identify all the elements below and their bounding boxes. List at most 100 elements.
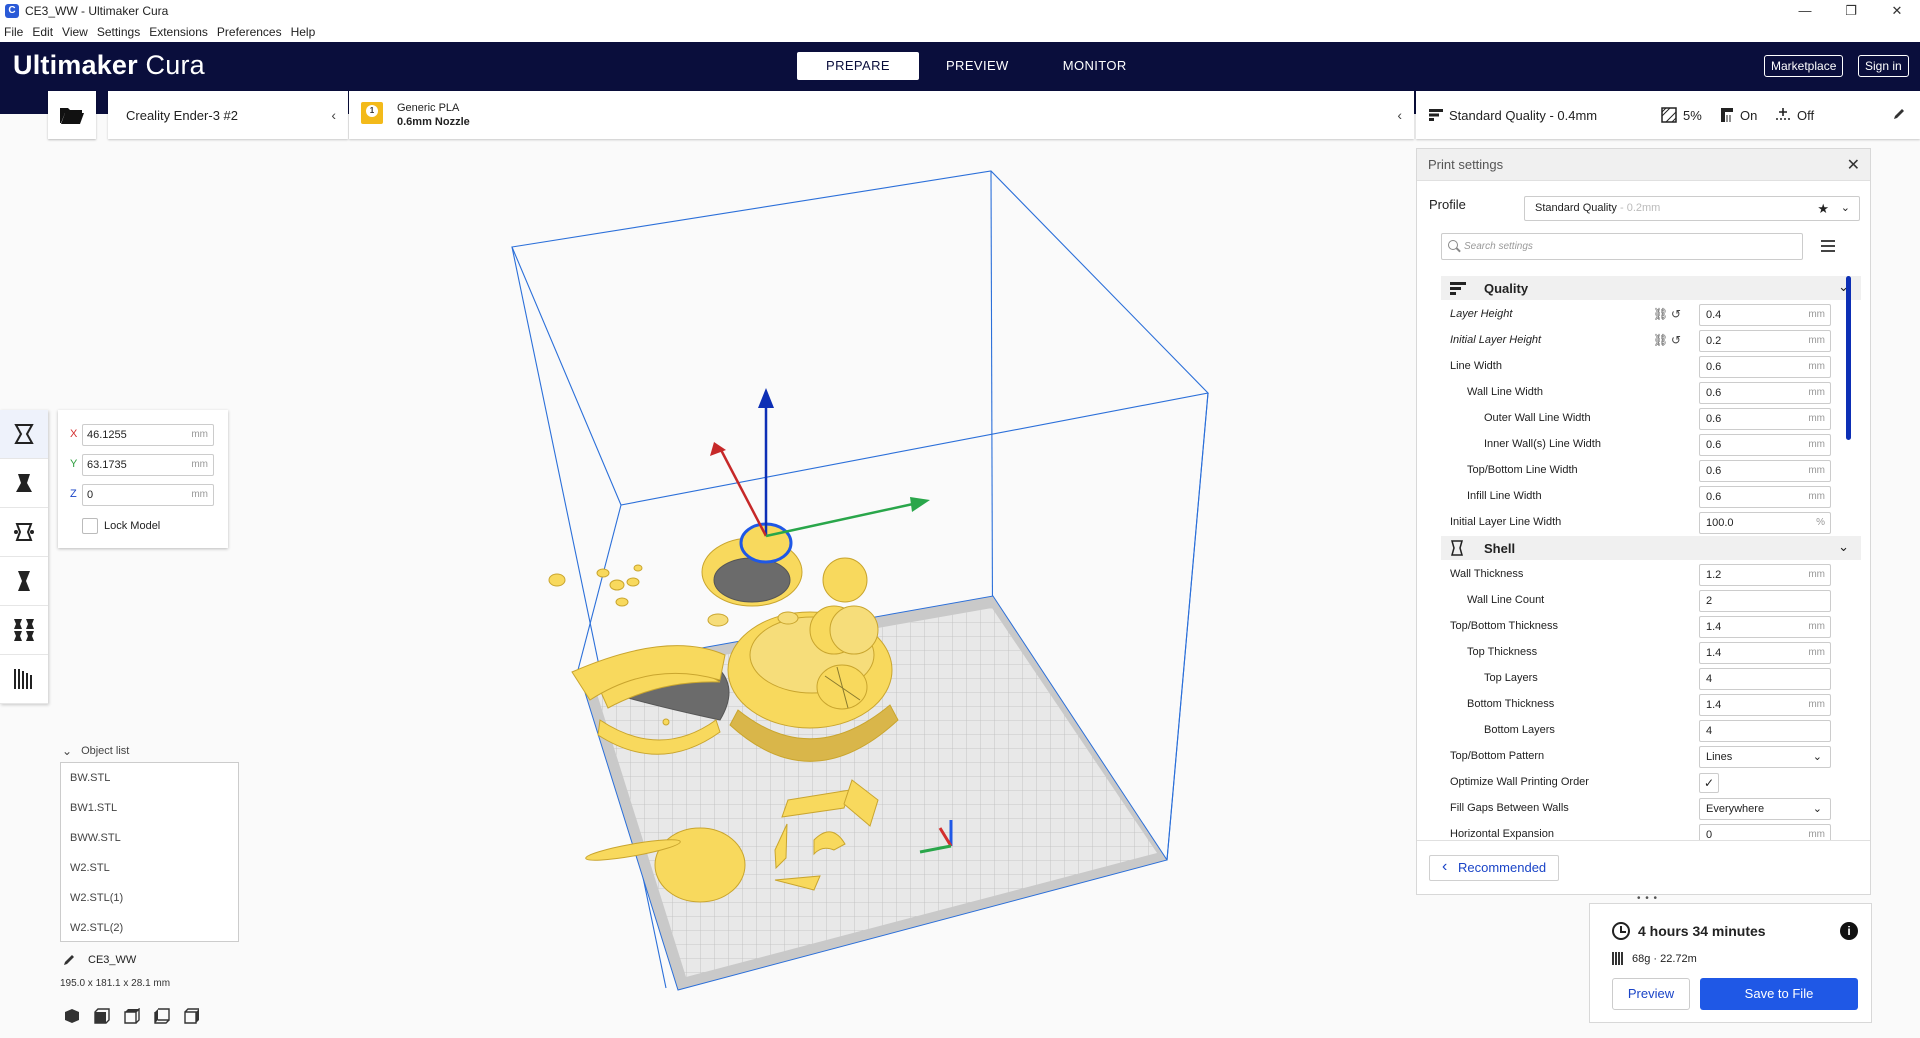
menu-help[interactable]: Help <box>287 25 321 39</box>
setting-value-input[interactable]: 0.6 mm <box>1699 408 1831 430</box>
cura-app-icon: C <box>5 4 19 18</box>
setting-value-input[interactable]: 0.2 mm <box>1699 330 1831 352</box>
support-blocker-icon <box>14 669 32 689</box>
support-icon <box>1721 108 1733 122</box>
checkbox[interactable] <box>82 518 98 534</box>
per-model-settings-button[interactable] <box>0 606 48 655</box>
support-blocker-button[interactable] <box>0 655 48 704</box>
setting-value-input[interactable]: 4 <box>1699 668 1831 690</box>
list-item[interactable]: W2.STL(1) <box>61 883 238 913</box>
material-selector[interactable]: 1 Generic PLA 0.6mm Nozzle ‹ <box>349 91 1414 139</box>
reset-icon[interactable]: ↺ <box>1671 307 1681 321</box>
reset-icon[interactable]: ↺ <box>1671 333 1681 347</box>
chevron-left-icon: ‹ <box>331 107 336 123</box>
category-quality[interactable]: Quality ⌄ <box>1441 276 1861 300</box>
setting-value-input[interactable]: 0.4 mm <box>1699 304 1831 326</box>
rotate-tool-button[interactable] <box>0 508 48 557</box>
close-icon[interactable]: ✕ <box>1847 155 1860 175</box>
setting-checkbox[interactable]: ✓ <box>1699 773 1719 793</box>
setting-value-dropdown[interactable]: Everywhere ⌄ <box>1699 798 1831 820</box>
pencil-icon <box>64 955 74 965</box>
setting-value-input[interactable]: 1.4 mm <box>1699 616 1831 638</box>
setting-value-input[interactable]: 1.4 mm <box>1699 642 1831 664</box>
setting-value-input[interactable]: 1.4 mm <box>1699 694 1831 716</box>
chevron-left-icon: ‹ <box>1397 107 1402 123</box>
material-name: Generic PLA <box>397 102 460 114</box>
setting-value-input[interactable]: 0.6 mm <box>1699 460 1831 482</box>
object-list: BW.STL BW1.STL BWW.STL W2.STL W2.STL(1) … <box>60 762 239 942</box>
lock-model-checkbox[interactable]: Lock Model <box>82 518 160 534</box>
search-settings-input[interactable]: Search settings <box>1441 233 1803 260</box>
setting-top-bottom-line-width: Top/Bottom Line Width 0.6 mm <box>1441 458 1861 484</box>
setting-value-input[interactable]: 2 <box>1699 590 1831 612</box>
brand-logo: Ultimaker Cura <box>13 50 205 80</box>
setting-value-input[interactable]: 0.6 mm <box>1699 382 1831 404</box>
object-list-toggle[interactable]: ⌄ Object list <box>62 744 129 758</box>
setting-value-input[interactable]: 0.6 mm <box>1699 486 1831 508</box>
setting-initial-layer-height: Initial Layer Height ⛓ ↺ 0.2 mm <box>1441 328 1861 354</box>
front-view-icon[interactable] <box>94 1008 110 1024</box>
menu-file[interactable]: File <box>0 25 28 39</box>
3d-view-icon[interactable] <box>64 1008 80 1024</box>
print-setup-selector[interactable]: Standard Quality - 0.4mm 5% On Off <box>1416 91 1920 139</box>
menu-extensions[interactable]: Extensions <box>145 25 213 39</box>
tab-prepare[interactable]: PREPARE <box>797 52 919 80</box>
profile-value: Standard Quality <box>1535 202 1617 214</box>
profile-dropdown[interactable]: Standard Quality - 0.2mm ★ ⌄ <box>1524 196 1860 221</box>
tab-preview[interactable]: PREVIEW <box>919 52 1036 80</box>
save-to-file-button[interactable]: Save to File <box>1700 978 1858 1010</box>
y-input[interactable]: 63.1735 mm <box>82 454 214 476</box>
chevron-down-icon: ⌄ <box>62 744 73 758</box>
3d-viewport[interactable] <box>420 160 1260 1000</box>
move-gizmo[interactable] <box>710 388 930 538</box>
search-placeholder: Search settings <box>1464 241 1533 252</box>
move-tool-button[interactable] <box>0 410 48 459</box>
setting-inner-wall-line-width: Inner Wall(s) Line Width 0.6 mm <box>1441 432 1861 458</box>
sign-in-button[interactable]: Sign in <box>1858 55 1909 77</box>
close-window-button[interactable]: ✕ <box>1874 0 1920 22</box>
preview-button[interactable]: Preview <box>1612 978 1690 1010</box>
top-view-icon[interactable] <box>124 1008 140 1024</box>
list-item[interactable]: BW1.STL <box>61 793 238 823</box>
setting-wall-line-width: Wall Line Width 0.6 mm <box>1441 380 1861 406</box>
scale-tool-button[interactable] <box>0 459 48 508</box>
menu-edit[interactable]: Edit <box>28 25 58 39</box>
setting-value-input[interactable]: 1.2 mm <box>1699 564 1831 586</box>
minimize-button[interactable]: — <box>1782 0 1828 22</box>
menu-view[interactable]: View <box>58 25 93 39</box>
right-view-icon[interactable] <box>184 1008 200 1024</box>
link-icon: ⛓ <box>1653 307 1669 321</box>
job-name-row[interactable]: CE3_WW <box>62 953 136 967</box>
settings-scrollbar[interactable] <box>1846 276 1851 440</box>
menu-preferences[interactable]: Preferences <box>213 25 287 39</box>
list-item[interactable]: BW.STL <box>61 763 238 793</box>
printer-selector[interactable]: Creality Ender-3 #2 ‹ <box>108 91 348 139</box>
profile-suffix: - 0.2mm <box>1616 202 1661 214</box>
list-item[interactable]: W2.STL <box>61 853 238 883</box>
setting-value-input[interactable]: 0.6 mm <box>1699 434 1831 456</box>
setting-value-input[interactable]: 4 <box>1699 720 1831 742</box>
z-input[interactable]: 0 mm <box>82 484 214 506</box>
maximize-button[interactable]: ❐ <box>1828 0 1874 22</box>
per-model-settings-icon <box>14 619 34 641</box>
setting-value-input[interactable]: 0.6 mm <box>1699 356 1831 378</box>
mirror-icon <box>18 571 30 591</box>
list-item[interactable]: BWW.STL <box>61 823 238 853</box>
settings-menu-icon[interactable] <box>1821 240 1835 255</box>
setting-value-input[interactable]: 100.0% <box>1699 512 1831 534</box>
star-icon[interactable]: ★ <box>1817 197 1829 220</box>
menu-settings[interactable]: Settings <box>93 25 145 39</box>
tab-monitor[interactable]: MONITOR <box>1036 52 1154 80</box>
mirror-tool-button[interactable] <box>0 557 48 606</box>
x-input[interactable]: 46.1255 mm <box>82 424 214 446</box>
left-view-icon[interactable] <box>154 1008 170 1024</box>
category-shell[interactable]: Shell ⌄ <box>1441 536 1861 560</box>
nozzle-name: 0.6mm Nozzle <box>397 116 470 128</box>
setting-value-dropdown[interactable]: Lines ⌄ <box>1699 746 1831 768</box>
open-file-button[interactable] <box>48 91 96 139</box>
marketplace-button[interactable]: Marketplace <box>1764 55 1844 77</box>
list-item[interactable]: W2.STL(2) <box>61 913 238 943</box>
recommended-button[interactable]: Recommended <box>1429 855 1560 881</box>
info-icon[interactable]: i <box>1840 922 1858 940</box>
setting-value-input[interactable]: 0 mm <box>1699 824 1831 840</box>
